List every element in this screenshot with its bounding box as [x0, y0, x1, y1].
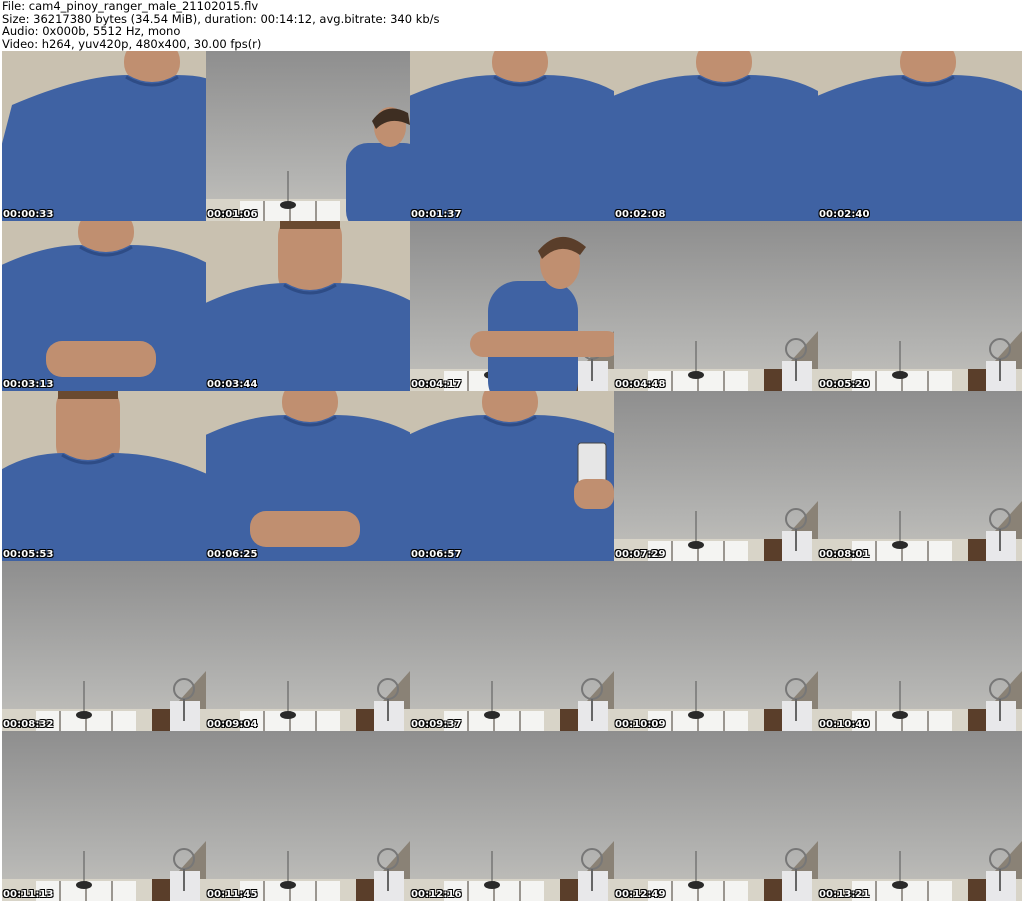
- file-info-header: File: cam4_pinoy_ranger_male_21102015.fl…: [2, 0, 1022, 50]
- video-thumbnail: 00:10:09: [614, 561, 818, 731]
- thumbnail-frame-image: [206, 731, 410, 901]
- thumbnail-timestamp: 00:01:06: [207, 209, 258, 220]
- video-thumbnail: 00:12:49: [614, 731, 818, 901]
- thumbnail-timestamp: 00:08:32: [3, 719, 54, 730]
- video-thumbnail: 00:06:25: [206, 391, 410, 561]
- thumbnail-frame-image: [410, 561, 614, 731]
- video-thumbnail: 00:11:45: [206, 731, 410, 901]
- video-thumbnail: 00:09:04: [206, 561, 410, 731]
- thumbnail-timestamp: 00:09:37: [411, 719, 462, 730]
- thumbnail-frame-image: [2, 221, 206, 391]
- thumbnail-timestamp: 00:13:21: [819, 889, 870, 900]
- thumbnail-frame-image: [2, 561, 206, 731]
- video-info-line: Video: h264, yuv420p, 480x400, 30.00 fps…: [2, 36, 262, 51]
- thumbnail-timestamp: 00:11:45: [207, 889, 258, 900]
- thumbnail-frame-image: [206, 561, 410, 731]
- thumbnail-frame-image: [614, 561, 818, 731]
- thumbnail-timestamp: 00:00:33: [3, 209, 54, 220]
- video-thumbnail: 00:02:40: [818, 51, 1022, 221]
- video-thumbnail: 00:04:17: [410, 221, 614, 391]
- thumbnail-frame-image: [614, 51, 818, 221]
- thumbnail-timestamp: 00:05:20: [819, 379, 870, 390]
- video-thumbnail: 00:07:29: [614, 391, 818, 561]
- video-thumbnail: 00:03:13: [2, 221, 206, 391]
- thumbnail-frame-image: [206, 51, 410, 221]
- thumbnail-frame-image: [818, 731, 1022, 901]
- video-thumbnail: 00:08:01: [818, 391, 1022, 561]
- thumbnail-timestamp: 00:04:48: [615, 379, 666, 390]
- thumbnail-timestamp: 00:02:08: [615, 209, 666, 220]
- thumbnail-frame-image: [410, 731, 614, 901]
- video-thumbnail: 00:02:08: [614, 51, 818, 221]
- thumbnail-timestamp: 00:11:13: [3, 889, 54, 900]
- thumbnail-timestamp: 00:06:57: [411, 549, 462, 560]
- video-thumbnail: 00:05:20: [818, 221, 1022, 391]
- thumbnail-frame-image: [410, 51, 614, 221]
- video-thumbnail: 00:05:53: [2, 391, 206, 561]
- video-thumbnail: 00:00:33: [2, 51, 206, 221]
- thumbnail-timestamp: 00:05:53: [3, 549, 54, 560]
- video-thumbnail: 00:01:06: [206, 51, 410, 221]
- video-thumbnail: 00:13:21: [818, 731, 1022, 901]
- thumbnail-frame-image: [818, 391, 1022, 561]
- thumbnail-timestamp: 00:04:17: [411, 379, 462, 390]
- thumbnail-timestamp: 00:08:01: [819, 549, 870, 560]
- thumbnail-timestamp: 00:07:29: [615, 549, 666, 560]
- thumbnail-frame-image: [2, 51, 206, 221]
- thumbnail-frame-image: [2, 391, 206, 561]
- thumbnail-frame-image: [818, 221, 1022, 391]
- thumbnail-timestamp: 00:10:09: [615, 719, 666, 730]
- thumbnail-timestamp: 00:06:25: [207, 549, 258, 560]
- thumbnail-timestamp: 00:02:40: [819, 209, 870, 220]
- thumbnail-frame-image: [614, 391, 818, 561]
- thumbnail-frame-image: [818, 51, 1022, 221]
- thumbnail-frame-image: [614, 221, 818, 391]
- thumbnail-timestamp: 00:01:37: [411, 209, 462, 220]
- video-thumbnail: 00:09:37: [410, 561, 614, 731]
- file-name-line: File: cam4_pinoy_ranger_male_21102015.fl…: [2, 0, 259, 13]
- thumbnail-frame-image: [410, 391, 614, 561]
- thumbnail-frame-image: [410, 221, 614, 391]
- thumbnail-timestamp: 00:09:04: [207, 719, 258, 730]
- video-thumbnail: 00:10:40: [818, 561, 1022, 731]
- thumbnail-frame-image: [206, 221, 410, 391]
- video-thumbnail: 00:11:13: [2, 731, 206, 901]
- video-thumbnail: 00:06:57: [410, 391, 614, 561]
- thumbnail-frame-image: [2, 731, 206, 901]
- thumbnail-timestamp: 00:03:13: [3, 379, 54, 390]
- audio-info-line: Audio: 0x000b, 5512 Hz, mono: [2, 24, 181, 38]
- video-thumbnail: 00:08:32: [2, 561, 206, 731]
- thumbnail-timestamp: 00:03:44: [207, 379, 258, 390]
- video-thumbnail: 00:04:48: [614, 221, 818, 391]
- video-thumbnail: 00:01:37: [410, 51, 614, 221]
- thumbnail-timestamp: 00:10:40: [819, 719, 870, 730]
- thumbnail-frame-image: [818, 561, 1022, 731]
- thumbnail-timestamp: 00:12:16: [411, 889, 462, 900]
- thumbnail-frame-image: [206, 391, 410, 561]
- thumbnail-frame-image: [614, 731, 818, 901]
- thumbnail-grid: 00:00:33 00:01:06 00:01:37 00:02:08 00:02:4…: [2, 51, 1022, 901]
- video-thumbnail: 00:03:44: [206, 221, 410, 391]
- video-thumbnail: 00:12:16: [410, 731, 614, 901]
- thumbnail-timestamp: 00:12:49: [615, 889, 666, 900]
